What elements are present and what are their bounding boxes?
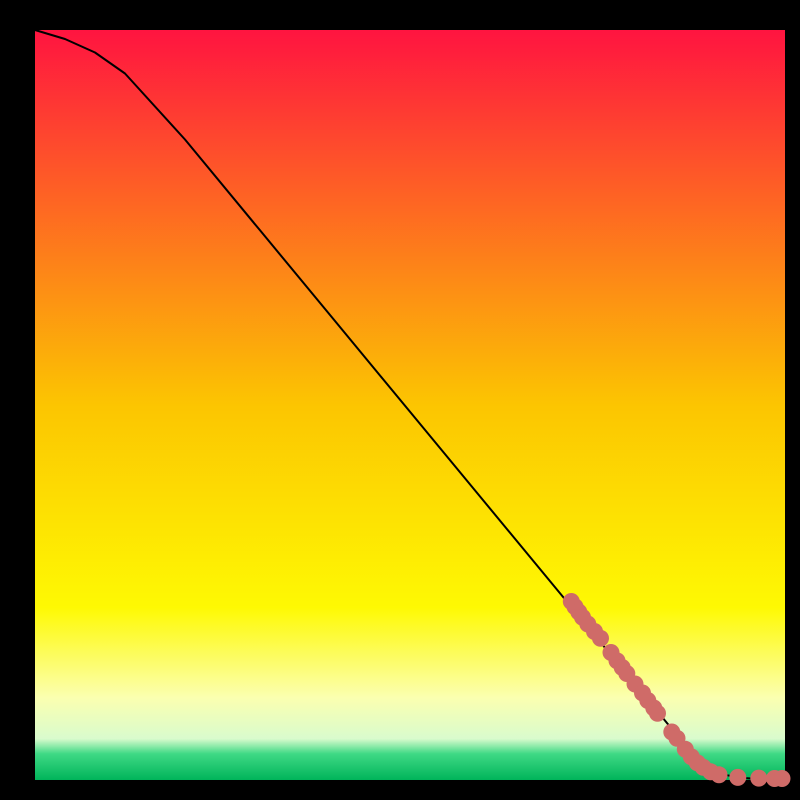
chart-svg [0,0,800,800]
chart-marker [711,766,728,783]
chart-plot-area [35,30,785,780]
chart-marker [750,770,767,787]
chart-marker [729,769,746,786]
chart-marker [649,705,666,722]
chart-marker [774,770,791,787]
chart-marker [592,630,609,647]
